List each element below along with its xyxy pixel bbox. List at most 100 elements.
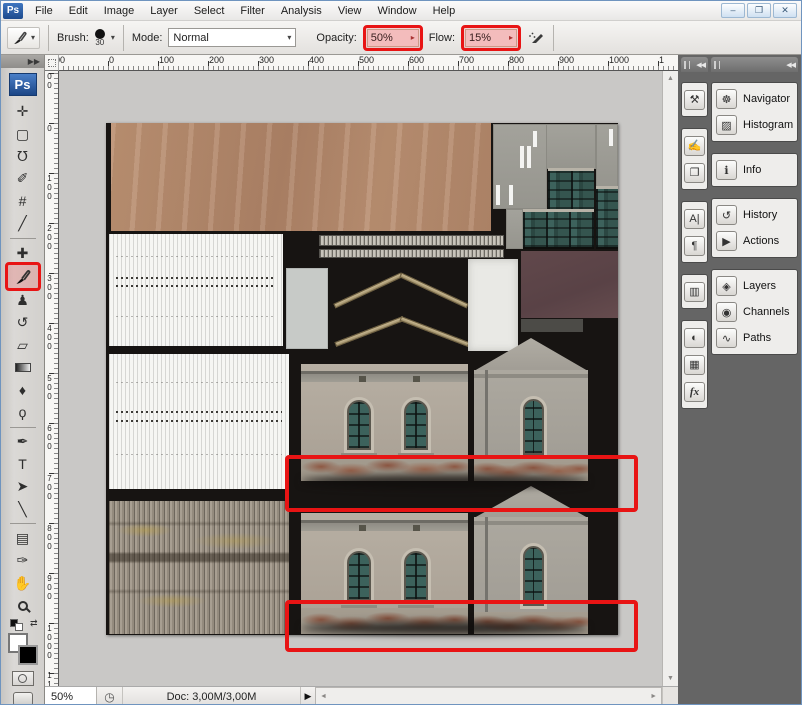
- panel-button-clone-source[interactable]: ❐: [684, 159, 705, 186]
- paragraph-panel-icon: ¶: [684, 236, 705, 256]
- texture-slit: [609, 129, 613, 146]
- pen-tool[interactable]: ✒: [8, 431, 38, 453]
- ruler-label: 300: [46, 274, 56, 301]
- scroll-down-icon[interactable]: ▼: [665, 671, 676, 686]
- texture-concrete-pillar: [506, 209, 523, 249]
- eyedropper-tool[interactable]: ✑: [8, 550, 38, 572]
- panel-button-paragraph[interactable]: ¶: [684, 232, 705, 259]
- menu-analysis[interactable]: Analysis: [273, 3, 330, 19]
- horizontal-scrollbar[interactable]: ◄ ►: [315, 687, 662, 705]
- scroll-up-icon[interactable]: ▲: [665, 71, 676, 86]
- flow-field[interactable]: 15% ▸: [465, 29, 517, 47]
- navigator-icon: ☸: [716, 89, 737, 109]
- clone-stamp-tool[interactable]: ♟: [8, 289, 38, 311]
- close-button[interactable]: ✕: [773, 3, 797, 18]
- notes-tool[interactable]: ▤: [8, 527, 38, 549]
- default-colors-control[interactable]: ⇄: [8, 617, 38, 632]
- panel-button-actions[interactable]: ▶ Actions: [714, 228, 795, 254]
- panel-group: ☸ Navigator ▨ Histogram: [711, 82, 798, 142]
- slice-tool[interactable]: ╱: [8, 212, 38, 234]
- panel-button-channels[interactable]: ◉ Channels: [714, 299, 795, 325]
- gradient-tool[interactable]: [8, 356, 38, 378]
- hand-tool[interactable]: ✋: [8, 572, 38, 594]
- panel-button-tool-presets[interactable]: ⚒: [684, 86, 705, 113]
- scrollbar-corner: [662, 687, 678, 705]
- path-selection-tool[interactable]: ➤: [8, 475, 38, 497]
- document-canvas[interactable]: [106, 123, 618, 635]
- brush-dropdown-arrow[interactable]: ▾: [111, 33, 115, 42]
- minimize-button[interactable]: –: [721, 3, 745, 18]
- opacity-slider-arrow[interactable]: ▸: [411, 33, 415, 42]
- panel-button-styles[interactable]: fx: [684, 378, 705, 405]
- collapse-icon[interactable]: ◀◀: [786, 61, 795, 69]
- line-tool[interactable]: ╲: [8, 498, 38, 520]
- paths-icon: ∿: [716, 328, 737, 348]
- brush-tool[interactable]: [8, 265, 38, 288]
- airbrush-icon[interactable]: [527, 31, 545, 45]
- panel-label: Navigator: [743, 93, 790, 105]
- narrow-dock-header[interactable]: ◀◀: [681, 57, 708, 72]
- menu-file[interactable]: File: [27, 3, 61, 19]
- vertical-scrollbar[interactable]: ▲ ▼: [662, 71, 678, 686]
- panel-button-layer-comps[interactable]: ▥: [684, 278, 705, 305]
- scroll-right-icon[interactable]: ►: [648, 689, 659, 704]
- tool-preset-picker[interactable]: ▾: [7, 27, 40, 49]
- menu-image[interactable]: Image: [96, 3, 143, 19]
- flow-slider-arrow[interactable]: ▸: [509, 33, 513, 42]
- restore-button[interactable]: ❐: [747, 3, 771, 18]
- dodge-tool[interactable]: ϙ: [8, 401, 38, 423]
- marquee-tool[interactable]: ▢: [8, 123, 38, 145]
- scroll-left-icon[interactable]: ◄: [318, 689, 329, 704]
- panel-group: ⚒: [681, 82, 708, 117]
- status-flyout-arrow[interactable]: ▶: [301, 687, 315, 705]
- preset-dropdown-arrow[interactable]: ▾: [31, 33, 35, 42]
- ruler-origin-corner[interactable]: [45, 55, 59, 71]
- ruler-label: 400: [46, 324, 56, 351]
- panel-button-navigator[interactable]: ☸ Navigator: [714, 86, 795, 112]
- menu-window[interactable]: Window: [369, 3, 424, 19]
- type-tool[interactable]: T: [8, 453, 38, 475]
- panel-button-character[interactable]: A|: [684, 205, 705, 232]
- panel-button-paths[interactable]: ∿ Paths: [714, 325, 795, 351]
- menu-filter[interactable]: Filter: [232, 3, 272, 19]
- toolbar-expand-icon[interactable]: ▶▶: [1, 55, 44, 68]
- zoom-level-field[interactable]: 50%: [45, 687, 97, 705]
- menu-view[interactable]: View: [330, 3, 370, 19]
- blur-tool[interactable]: ♦: [8, 379, 38, 401]
- screen-mode-button[interactable]: [13, 692, 33, 705]
- texture-window-panel-right: [596, 186, 618, 249]
- panel-button-brush-presets[interactable]: ✍: [684, 132, 705, 159]
- quick-selection-tool[interactable]: ✐: [8, 168, 38, 190]
- crop-tool[interactable]: #: [8, 190, 38, 212]
- menu-select[interactable]: Select: [186, 3, 233, 19]
- healing-brush-tool[interactable]: ✚: [8, 242, 38, 264]
- panel-button-color[interactable]: ◐: [684, 324, 705, 351]
- panel-button-info[interactable]: ℹ Info: [714, 157, 795, 183]
- panel-button-swatches[interactable]: ▦: [684, 351, 705, 378]
- wide-dock-header[interactable]: ◀◀: [711, 57, 798, 72]
- menu-help[interactable]: Help: [425, 3, 464, 19]
- brush-preview[interactable]: 30: [95, 29, 105, 47]
- panel-button-layers[interactable]: ◈ Layers: [714, 273, 795, 299]
- history-brush-tool[interactable]: ↺: [8, 312, 38, 334]
- version-cue-icon[interactable]: ◷: [97, 687, 123, 705]
- panel-dock: ◀◀ ◀◀ ⚒ ✍ ❐ A|: [678, 55, 801, 705]
- panel-button-history[interactable]: ↺ History: [714, 202, 795, 228]
- menu-layer[interactable]: Layer: [142, 3, 186, 19]
- eraser-tool[interactable]: ▱: [8, 334, 38, 356]
- menu-edit[interactable]: Edit: [61, 3, 96, 19]
- status-bar: 50% ◷ Doc: 3,00M/3,00M ▶ ◄ ►: [45, 686, 678, 705]
- background-color[interactable]: [18, 645, 38, 665]
- quick-mask-button[interactable]: [12, 671, 34, 687]
- lasso-tool[interactable]: ℧: [8, 145, 38, 167]
- mode-select[interactable]: Normal ▾: [168, 28, 296, 47]
- highlight-brush-tool: [5, 262, 41, 291]
- opacity-field[interactable]: 50% ▸: [367, 29, 419, 47]
- panel-button-histogram[interactable]: ▨ Histogram: [714, 112, 795, 138]
- speckle-row: [116, 277, 276, 279]
- swap-colors-icon[interactable]: ⇄: [30, 618, 38, 629]
- move-tool[interactable]: ✛: [8, 100, 38, 122]
- collapse-icon[interactable]: ◀◀: [696, 61, 705, 69]
- texture-window-panels-1: [548, 168, 594, 211]
- zoom-tool[interactable]: [8, 594, 38, 616]
